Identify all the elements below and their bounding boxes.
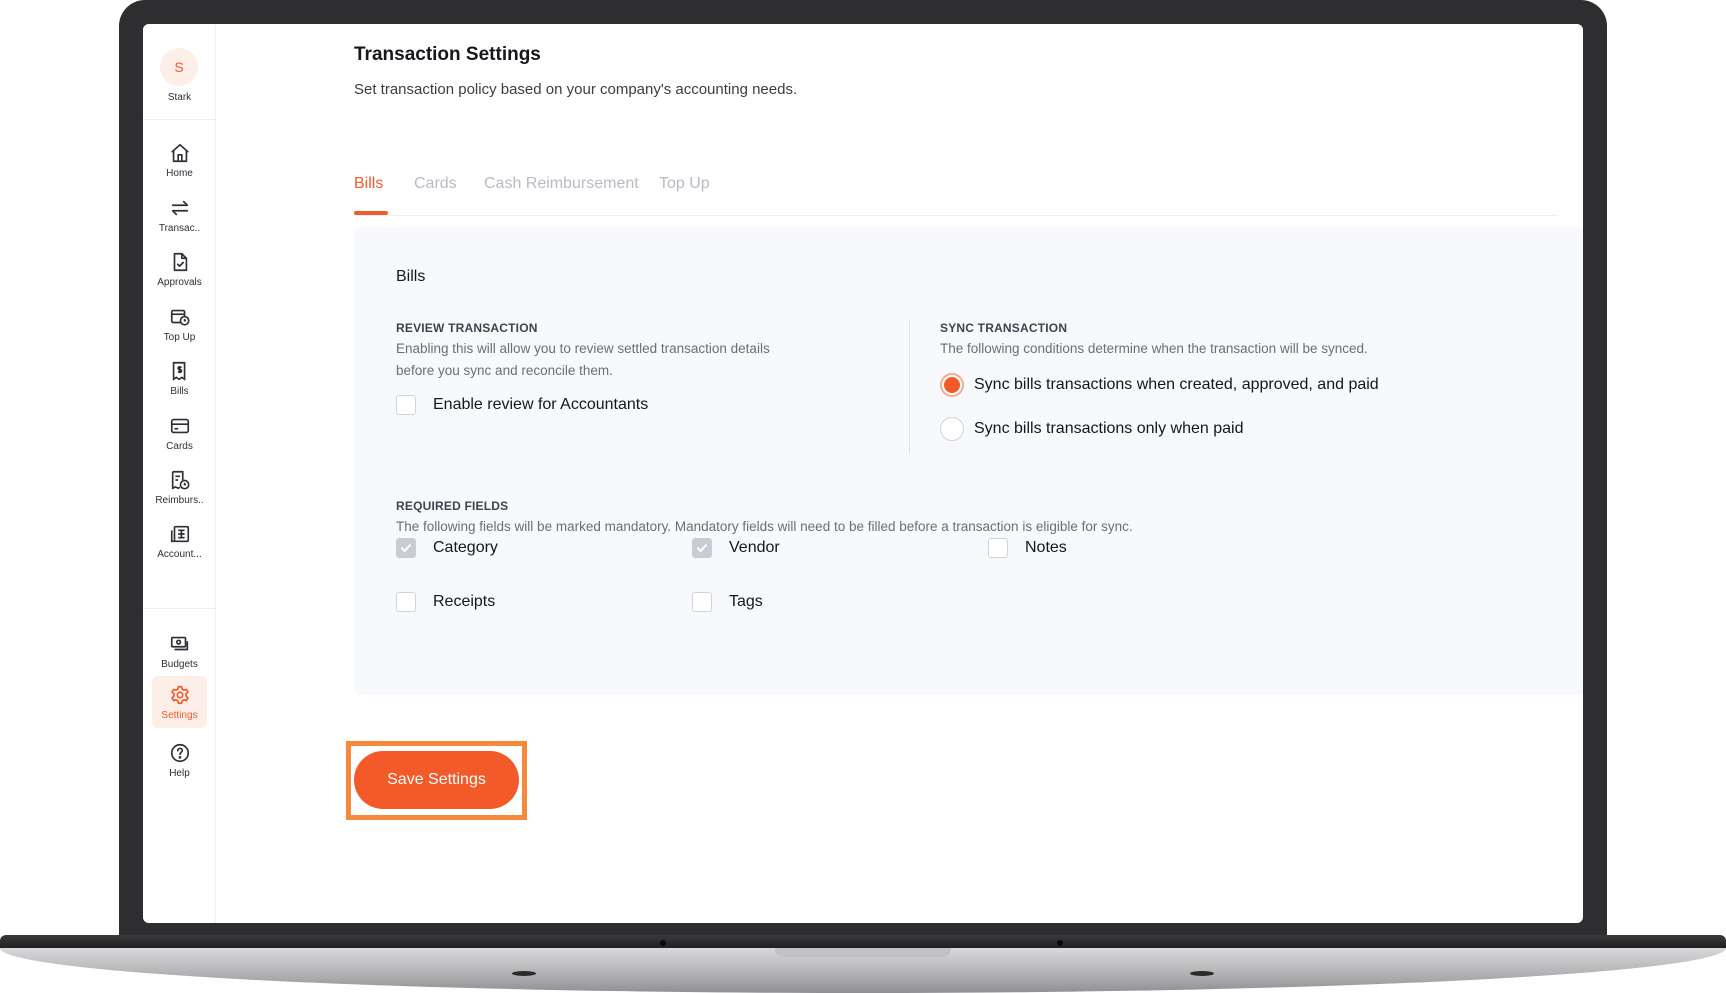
tags-label: Tags [729,593,763,610]
laptop-base-edge [0,935,1726,949]
sidebar-item-help[interactable]: Help [152,734,207,784]
document-check-icon [173,252,187,272]
field-category-row[interactable]: Category [396,538,498,558]
receipts-checkbox[interactable] [396,592,416,612]
radio-dot [944,377,960,393]
active-tab-indicator [354,211,388,215]
help-circle-icon [170,743,189,763]
review-heading: REVIEW TRANSACTION [396,321,538,335]
radio-button[interactable] [940,417,964,441]
notes-label: Notes [1025,539,1067,556]
tab-bills[interactable]: Bills [354,175,383,193]
panel-title: Bills [396,268,426,285]
checkmark-icon [401,544,411,553]
sidebar-item-label: Transac.. [158,223,201,234]
category-label: Category [433,539,498,556]
receipts-label: Receipts [433,593,496,610]
laptop-notch [775,948,951,957]
tab-top-up[interactable]: Top Up [659,175,710,193]
sidebar-item-settings[interactable]: Settings [152,676,207,728]
sidebar-item-cards[interactable]: Cards [152,407,207,457]
laptop-foot [1190,971,1214,976]
sidebar-item-accounting[interactable]: Account... [152,515,207,565]
bill-dollar-icon [172,361,185,381]
field-notes-row[interactable]: Notes [988,538,1067,558]
enable-review-checkbox[interactable] [396,395,416,415]
section-divider [909,320,910,454]
hinge-dot [660,940,666,946]
tab-cash-reimbursement[interactable]: Cash Reimbursement [484,175,639,193]
required-fields-description: The following fields will be marked mand… [396,519,1133,534]
radio-button[interactable] [940,373,964,397]
bills-settings-panel: Bills REVIEW TRANSACTION Enabling this w… [354,227,1583,695]
vendor-label: Vendor [729,539,780,556]
sidebar-item-top-up[interactable]: Top Up [152,298,207,348]
transfer-icon [171,200,188,216]
checkmark-icon [697,544,707,553]
sidebar: S Stark Home Transac.. Approvals Top Up … [143,24,216,923]
required-fields-heading: REQUIRED FIELDS [396,499,509,513]
sidebar-item-label: Home [166,168,193,179]
avatar[interactable]: S [160,48,198,86]
tags-checkbox[interactable] [692,592,712,612]
sidebar-item-approvals[interactable]: Approvals [152,243,207,293]
page-subtitle: Set transaction policy based on your com… [354,81,798,98]
sidebar-item-label: Bills [170,386,189,397]
sync-option-only-paid[interactable]: Sync bills transactions only when paid [940,417,1243,441]
receipt-clock-icon [171,470,190,490]
radio-label: Sync bills transactions only when paid [974,420,1244,437]
sidebar-item-label: Account... [157,549,202,560]
review-checkbox-row[interactable]: Enable review for Accountants [396,395,648,415]
sidebar-item-label: Help [169,768,190,779]
sidebar-item-reimbursements[interactable]: Reimburs.. [152,461,207,511]
enable-review-label: Enable review for Accountants [433,396,649,413]
field-vendor-row[interactable]: Vendor [692,538,780,558]
sidebar-item-label: Reimburs.. [155,495,204,506]
page-title: Transaction Settings [354,44,541,65]
sidebar-divider [143,608,216,609]
main-content: Transaction Settings Set transaction pol… [216,24,1583,923]
sidebar-item-label: Settings [161,710,198,721]
field-tags-row[interactable]: Tags [692,592,763,612]
category-checkbox[interactable] [396,538,416,558]
review-description: Enabling this will allow you to review s… [396,338,770,382]
sidebar-item-label: Approvals [157,277,202,288]
company-name: Stark [167,92,192,103]
ledger-icon [170,525,189,543]
sync-option-created-approved-paid[interactable]: Sync bills transactions when created, ap… [940,373,1379,397]
review-desc-line: Enabling this will allow you to review s… [396,341,770,356]
radio-label: Sync bills transactions when created, ap… [974,376,1379,393]
sidebar-item-bills[interactable]: Bills [152,352,207,402]
field-receipts-row[interactable]: Receipts [396,592,495,612]
wallet-clock-icon [170,309,190,326]
hinge-dot [1057,940,1063,946]
gear-icon [170,685,189,705]
sync-heading: SYNC TRANSACTION [940,321,1068,335]
save-settings-button[interactable]: Save Settings [354,751,519,809]
settings-tabs: Bills Cards Cash Reimbursement Top Up [354,149,1558,216]
app-screen: S Stark Home Transac.. Approvals Top Up … [143,24,1583,923]
review-desc-line: before you sync and reconcile them. [396,363,613,378]
sidebar-item-home[interactable]: Home [152,134,207,184]
tab-cards[interactable]: Cards [414,175,457,193]
vendor-checkbox[interactable] [692,538,712,558]
sync-description: The following conditions determine when … [940,341,1368,356]
notes-checkbox[interactable] [988,538,1008,558]
sidebar-item-label: Cards [166,441,193,452]
laptop-foot [512,971,536,976]
sidebar-item-label: Budgets [161,659,198,670]
sidebar-item-budgets[interactable]: Budgets [152,625,207,675]
sidebar-item-transactions[interactable]: Transac.. [152,189,207,239]
sidebar-divider [143,119,216,120]
home-icon [170,143,189,163]
credit-card-icon [170,418,189,434]
sidebar-item-label: Top Up [163,332,196,343]
money-stack-icon [170,636,188,651]
